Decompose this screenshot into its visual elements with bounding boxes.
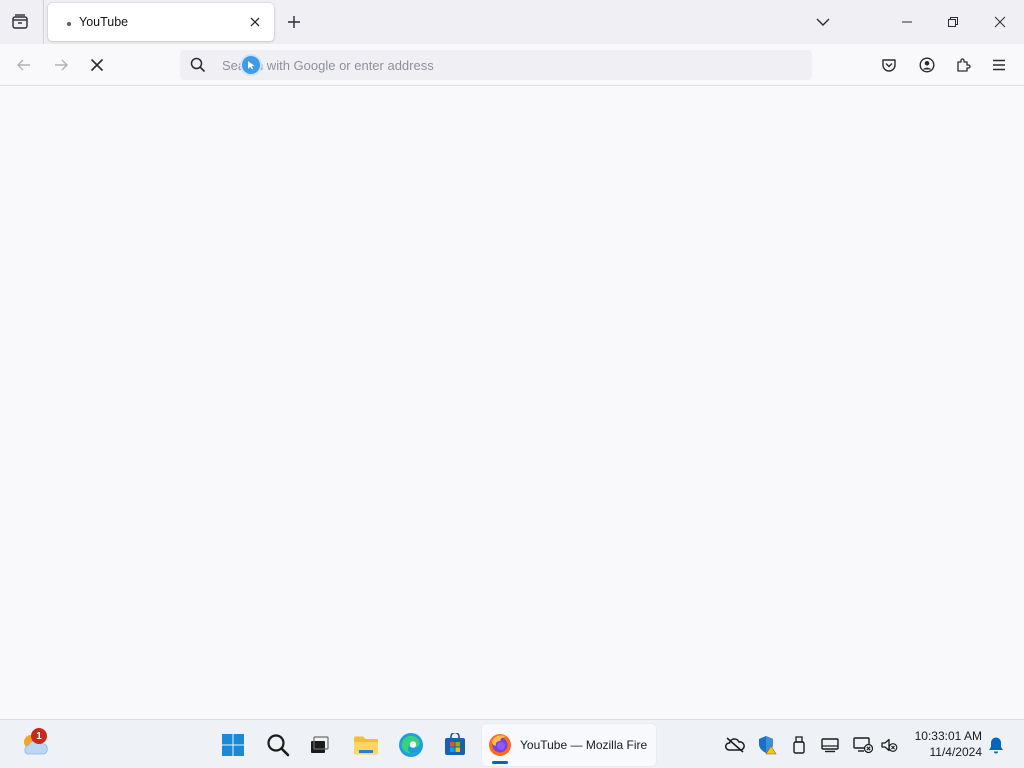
app-menu-button[interactable] xyxy=(983,49,1015,81)
back-button[interactable] xyxy=(8,49,40,81)
forward-arrow-icon xyxy=(55,59,68,71)
new-tab-button[interactable] xyxy=(280,8,308,36)
tab-loading-indicator xyxy=(67,22,71,26)
stop-icon xyxy=(90,58,104,72)
notification-count-badge: 1 xyxy=(31,728,47,744)
tab-title: YouTube xyxy=(79,15,129,29)
tab-list-button[interactable] xyxy=(4,6,36,38)
file-explorer-button[interactable] xyxy=(348,727,384,763)
close-window-button[interactable] xyxy=(977,0,1023,44)
store-icon xyxy=(445,733,465,755)
mouse-cursor-icon xyxy=(240,54,262,76)
chevron-down-icon xyxy=(816,18,830,26)
start-button[interactable] xyxy=(215,727,251,763)
account-button[interactable] xyxy=(911,49,943,81)
close-icon xyxy=(250,17,260,27)
speaker-muted-icon xyxy=(881,738,898,752)
puzzle-icon xyxy=(957,58,971,72)
cloud-offline-icon xyxy=(725,737,745,753)
plus-icon xyxy=(288,16,300,28)
restore-button[interactable] xyxy=(930,0,976,44)
extensions-button[interactable] xyxy=(947,49,979,81)
firefox-icon xyxy=(489,734,511,756)
page-content-area[interactable] xyxy=(0,86,1024,719)
tab-strip: YouTube xyxy=(0,0,1024,44)
windows-taskbar: 1 YouTube — Mozilla Fire 10:33:01 AM 11/… xyxy=(0,719,1024,768)
network-tray-button[interactable] xyxy=(851,733,875,757)
address-bar[interactable] xyxy=(180,50,812,80)
running-indicator xyxy=(492,761,508,764)
folder-icon xyxy=(354,736,378,755)
tab-youtube[interactable]: YouTube xyxy=(48,3,274,41)
system-clock[interactable]: 10:33:01 AM 11/4/2024 xyxy=(900,728,982,760)
list-all-tabs-button[interactable] xyxy=(808,8,838,36)
account-icon xyxy=(919,57,935,73)
tab-list-icon xyxy=(12,14,28,29)
security-tray-button[interactable] xyxy=(755,733,779,757)
onedrive-tray-button[interactable] xyxy=(723,733,747,757)
tab-separator xyxy=(43,0,44,44)
search-icon xyxy=(190,57,206,73)
close-tab-button[interactable] xyxy=(245,12,265,32)
notifications-button[interactable] xyxy=(984,733,1008,757)
network-disconnected-icon xyxy=(853,737,873,754)
display-tray-button[interactable] xyxy=(818,733,842,757)
restore-icon xyxy=(948,17,958,27)
minimize-icon xyxy=(902,21,912,23)
back-arrow-icon xyxy=(17,59,30,71)
task-view-button[interactable] xyxy=(301,727,337,763)
monitor-icon xyxy=(821,738,839,753)
taskbar-search-button[interactable] xyxy=(260,727,296,763)
shield-warning-icon xyxy=(759,736,777,755)
bell-icon xyxy=(989,737,1003,754)
volume-tray-button[interactable] xyxy=(877,733,901,757)
usb-tray-button[interactable] xyxy=(787,733,811,757)
navigation-toolbar xyxy=(0,44,1024,86)
search-icon xyxy=(267,734,290,757)
usb-drive-icon xyxy=(793,736,805,754)
stop-button[interactable] xyxy=(81,49,113,81)
microsoft-store-button[interactable] xyxy=(437,727,473,763)
clock-time: 10:33:01 AM xyxy=(914,729,982,743)
close-icon xyxy=(994,16,1006,28)
pocket-icon xyxy=(882,59,896,72)
windows-logo-icon xyxy=(222,734,244,756)
clock-date: 11/4/2024 xyxy=(929,745,983,759)
edge-browser-button[interactable] xyxy=(393,727,429,763)
address-input[interactable] xyxy=(222,50,802,80)
minimize-button[interactable] xyxy=(884,0,930,44)
forward-button[interactable] xyxy=(45,49,77,81)
taskbar-app-firefox[interactable]: YouTube — Mozilla Fire xyxy=(482,724,656,766)
edge-icon xyxy=(399,733,423,757)
task-view-icon xyxy=(311,736,329,753)
pocket-button[interactable] xyxy=(873,49,905,81)
hamburger-menu-icon xyxy=(993,59,1005,71)
taskbar-app-label: YouTube — Mozilla Fire xyxy=(520,738,648,752)
